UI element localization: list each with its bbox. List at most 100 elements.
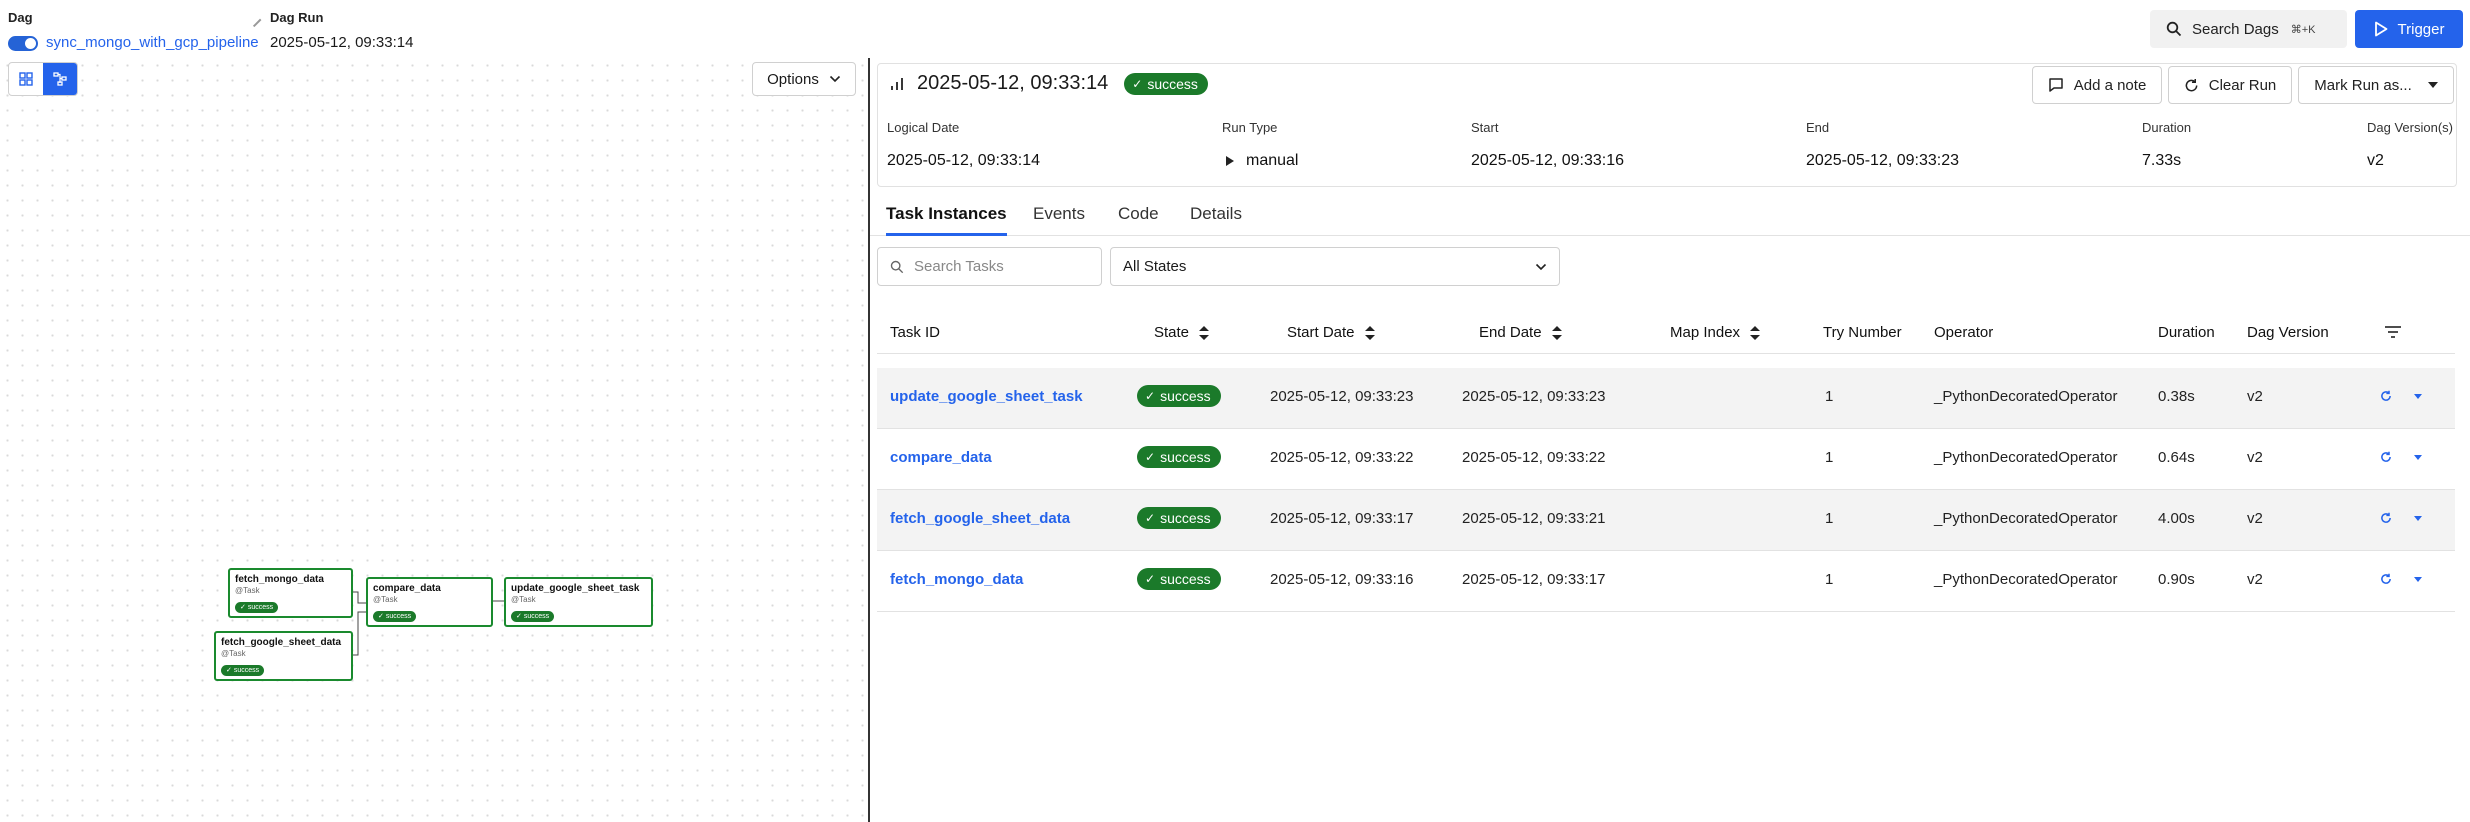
meta-label: Dag Version(s): [2367, 120, 2453, 135]
task-dag-version: v2: [2247, 388, 2263, 405]
search-dags-label: Search Dags: [2192, 20, 2279, 38]
col-end-date[interactable]: End Date: [1479, 324, 1562, 341]
graph-node-subtitle: @Task: [221, 649, 246, 658]
task-operator: _PythonDecoratedOperator: [1934, 449, 2118, 466]
graph-node-update-google-sheet-task[interactable]: update_google_sheet_task @Task ✓ success: [504, 577, 653, 627]
bar-chart-icon: [891, 77, 903, 90]
run-title-text: 2025-05-12, 09:33:14: [917, 72, 1109, 94]
graph-node-state-badge: ✓ success: [511, 611, 555, 622]
meta-end: End 2025-05-12, 09:33:23: [1806, 120, 1959, 170]
task-dag-version: v2: [2247, 510, 2263, 527]
task-end-date: 2025-05-12, 09:33:23: [1462, 388, 1606, 405]
sort-icon: [1364, 325, 1375, 340]
meta-label: Run Type: [1222, 120, 1278, 135]
caret-down-icon: [2427, 82, 2438, 88]
filter-lines-icon: [2385, 326, 2401, 338]
task-id-link[interactable]: fetch_google_sheet_data: [890, 510, 1070, 527]
clear-task-icon[interactable]: [2380, 573, 2392, 585]
col-map-index[interactable]: Map Index: [1670, 324, 1761, 341]
tab-code[interactable]: Code: [1118, 204, 1159, 236]
task-table-header: Task ID State Start Date End Date Map In…: [877, 310, 2455, 354]
col-task-id[interactable]: Task ID: [890, 324, 940, 341]
caret-down-icon[interactable]: [2414, 577, 2422, 582]
task-id-link[interactable]: fetch_mongo_data: [890, 571, 1023, 588]
graph-node-fetch-google-sheet-data[interactable]: fetch_google_sheet_data @Task ✓ success: [214, 631, 353, 681]
column-filter-button[interactable]: [2375, 326, 2401, 338]
task-duration: 0.38s: [2158, 388, 2195, 405]
task-start-date: 2025-05-12, 09:33:17: [1270, 510, 1414, 527]
graph-node-subtitle: @Task: [373, 595, 398, 604]
task-dag-version: v2: [2247, 449, 2263, 466]
tab-details[interactable]: Details: [1190, 204, 1242, 236]
caret-down-icon[interactable]: [2414, 455, 2422, 460]
meta-duration: Duration 7.33s: [2142, 120, 2191, 170]
meta-value: manual: [1246, 152, 1299, 169]
search-tasks-input[interactable]: [914, 258, 1094, 275]
refresh-icon: [2185, 78, 2198, 91]
col-try-number: Try Number: [1823, 324, 1902, 341]
graph-node-title: fetch_google_sheet_data: [221, 637, 342, 648]
graph-node-subtitle: @Task: [511, 595, 536, 604]
graph-node-subtitle: @Task: [235, 586, 260, 595]
graph-node-state-badge: ✓ success: [235, 602, 279, 613]
table-row: fetch_google_sheet_data ✓ success 2025-05…: [877, 490, 2455, 551]
tab-events[interactable]: Events: [1033, 204, 1085, 236]
task-state-badge: ✓ success: [1137, 385, 1221, 407]
check-icon: ✓: [1145, 389, 1156, 403]
task-id-link[interactable]: update_google_sheet_task: [890, 388, 1083, 405]
task-start-date: 2025-05-12, 09:33:16: [1270, 571, 1414, 588]
comment-icon: [2048, 78, 2063, 92]
tab-task-instances[interactable]: Task Instances: [886, 204, 1007, 236]
col-dag-version: Dag Version: [2247, 324, 2329, 341]
col-start-date[interactable]: Start Date: [1287, 324, 1375, 341]
search-dags-button[interactable]: Search Dags ⌘+K: [2150, 10, 2347, 48]
task-end-date: 2025-05-12, 09:33:17: [1462, 571, 1606, 588]
mark-run-label: Mark Run as...: [2314, 76, 2412, 94]
clear-run-button[interactable]: Clear Run: [2168, 66, 2292, 104]
run-title: 2025-05-12, 09:33:14 ✓ success: [889, 72, 1208, 95]
state-filter-select[interactable]: All States: [1110, 247, 1560, 286]
meta-value: 7.33s: [2142, 152, 2182, 169]
add-note-button[interactable]: Add a note: [2032, 66, 2162, 104]
task-end-date: 2025-05-12, 09:33:22: [1462, 449, 1606, 466]
chevron-down-icon: [1535, 263, 1547, 270]
graph-node-state-badge: ✓ success: [221, 665, 265, 676]
task-try-number: 1: [1825, 510, 1834, 527]
task-state-badge: ✓ success: [1137, 446, 1221, 468]
meta-dag-versions: Dag Version(s) v2: [2367, 120, 2453, 170]
task-id-link[interactable]: compare_data: [890, 449, 992, 466]
task-duration: 4.00s: [2158, 510, 2195, 527]
meta-value: v2: [2367, 152, 2384, 169]
clear-task-icon[interactable]: [2380, 451, 2392, 463]
trigger-button[interactable]: Trigger: [2355, 10, 2463, 48]
task-duration: 0.64s: [2158, 449, 2195, 466]
meta-value: 2025-05-12, 09:33:16: [1471, 152, 1625, 169]
search-icon: [2166, 21, 2182, 37]
graph-node-fetch-mongo-data[interactable]: fetch_mongo_data @Task ✓ success: [228, 568, 353, 618]
task-operator: _PythonDecoratedOperator: [1934, 510, 2118, 527]
meta-value: 2025-05-12, 09:33:23: [1806, 152, 1960, 169]
meta-logical-date: Logical Date 2025-05-12, 09:33:14: [887, 120, 1040, 170]
task-dag-version: v2: [2247, 571, 2263, 588]
caret-down-icon[interactable]: [2414, 516, 2422, 521]
graph-node-compare-data[interactable]: compare_data @Task ✓ success: [366, 577, 493, 627]
check-icon: ✓: [1132, 76, 1143, 91]
table-row: update_google_sheet_task ✓ success 2025-0…: [877, 368, 2455, 429]
caret-down-icon[interactable]: [2414, 394, 2422, 399]
graph-node-title: fetch_mongo_data: [235, 574, 324, 585]
meta-run-type: Run Type manual: [1222, 120, 1298, 170]
task-operator: _PythonDecoratedOperator: [1934, 571, 2118, 588]
task-state-badge: ✓ success: [1137, 568, 1221, 590]
check-icon: ✓: [1145, 511, 1156, 525]
task-start-date: 2025-05-12, 09:33:23: [1270, 388, 1414, 405]
graph-node-title: update_google_sheet_task: [511, 583, 640, 594]
clear-task-icon[interactable]: [2380, 390, 2392, 402]
task-start-date: 2025-05-12, 09:33:22: [1270, 449, 1414, 466]
mark-run-as-button[interactable]: Mark Run as...: [2298, 66, 2454, 104]
col-state[interactable]: State: [1154, 324, 1210, 341]
meta-label: Duration: [2142, 120, 2192, 135]
task-operator: _PythonDecoratedOperator: [1934, 388, 2118, 405]
meta-value: 2025-05-12, 09:33:14: [887, 152, 1041, 169]
clear-task-icon[interactable]: [2380, 512, 2392, 524]
play-icon: [2374, 21, 2387, 37]
